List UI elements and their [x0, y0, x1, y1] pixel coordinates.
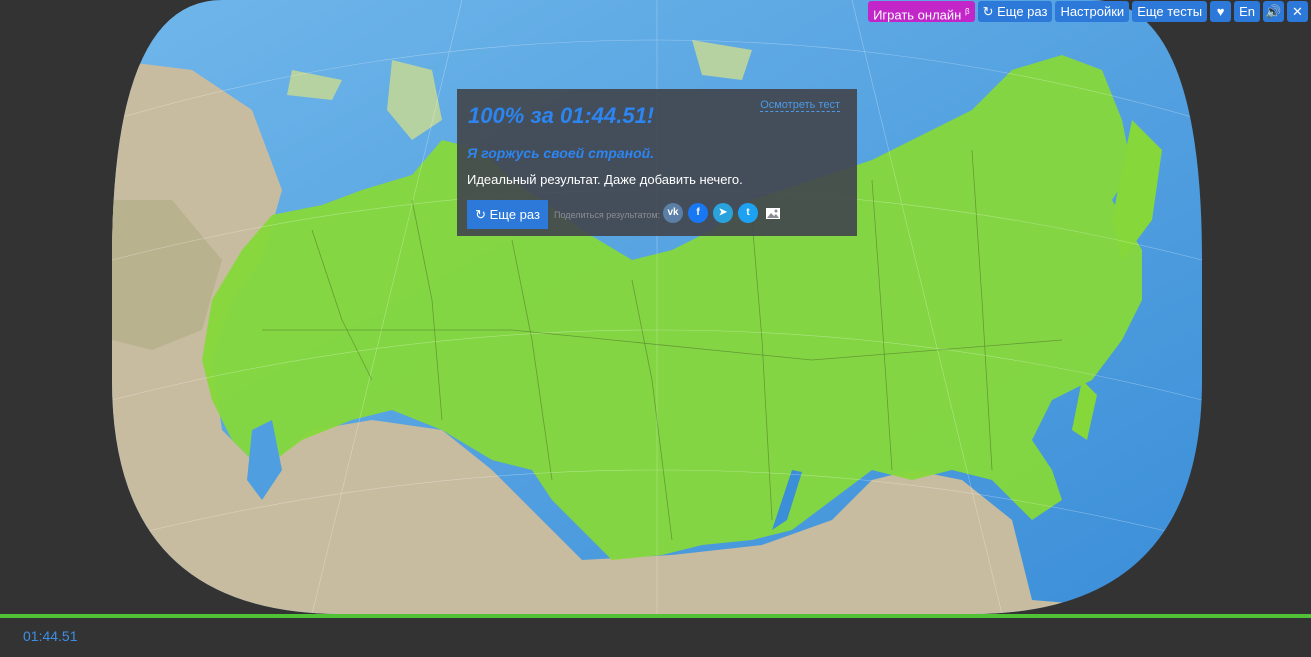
share-label: Поделиться результатом:	[554, 210, 661, 220]
again-top-label: Еще раз	[997, 4, 1048, 19]
vk-icon[interactable]: vk	[663, 203, 683, 223]
close-button[interactable]: ✕	[1287, 1, 1308, 22]
again-top-button[interactable]: ↻ Еще раз	[977, 1, 1053, 22]
favorite-button[interactable]: ♥	[1210, 1, 1232, 22]
timer: 01:44.51	[23, 628, 78, 644]
sound-button[interactable]: 🔊	[1263, 1, 1284, 22]
bottom-bar: 01:44.51	[0, 618, 1311, 657]
beta-badge: β	[964, 7, 970, 16]
top-toolbar: Играть онлайн β ↻ Еще раз Настройки Еще …	[868, 1, 1308, 22]
telegram-icon[interactable]: ➤	[713, 203, 733, 223]
twitter-icon[interactable]: t	[738, 203, 758, 223]
result-panel: 100% за 01:44.51! Осмотреть тест Я горжу…	[457, 89, 857, 236]
heart-icon: ♥	[1216, 4, 1225, 19]
settings-label: Настройки	[1060, 4, 1125, 19]
language-button[interactable]: En	[1234, 1, 1260, 22]
more-tests-label: Еще тесты	[1137, 4, 1203, 19]
facebook-icon[interactable]: f	[688, 203, 708, 223]
speaker-icon: 🔊	[1265, 4, 1282, 19]
close-icon: ✕	[1292, 4, 1303, 19]
again-button-label: Еще раз	[489, 207, 540, 222]
share-icons: vk f ➤ t	[663, 203, 783, 223]
result-description: Идеальный результат. Даже добавить нечег…	[467, 172, 743, 187]
play-online-label: Играть онлайн	[873, 7, 962, 23]
language-label: En	[1239, 4, 1255, 19]
settings-button[interactable]: Настройки	[1055, 1, 1130, 22]
proud-text: Я горжусь своей страной.	[467, 145, 655, 161]
review-test-link[interactable]: Осмотреть тест	[760, 99, 840, 112]
image-icon-svg	[766, 208, 780, 219]
more-tests-button[interactable]: Еще тесты	[1132, 1, 1208, 22]
play-online-button[interactable]: Играть онлайн β	[868, 1, 975, 22]
again-button[interactable]: ↻ Еще раз	[467, 200, 548, 229]
score-title: 100% за 01:44.51!	[468, 103, 655, 128]
image-icon[interactable]	[763, 203, 783, 223]
refresh-icon: ↻	[475, 207, 486, 222]
refresh-icon: ↻	[982, 4, 994, 19]
